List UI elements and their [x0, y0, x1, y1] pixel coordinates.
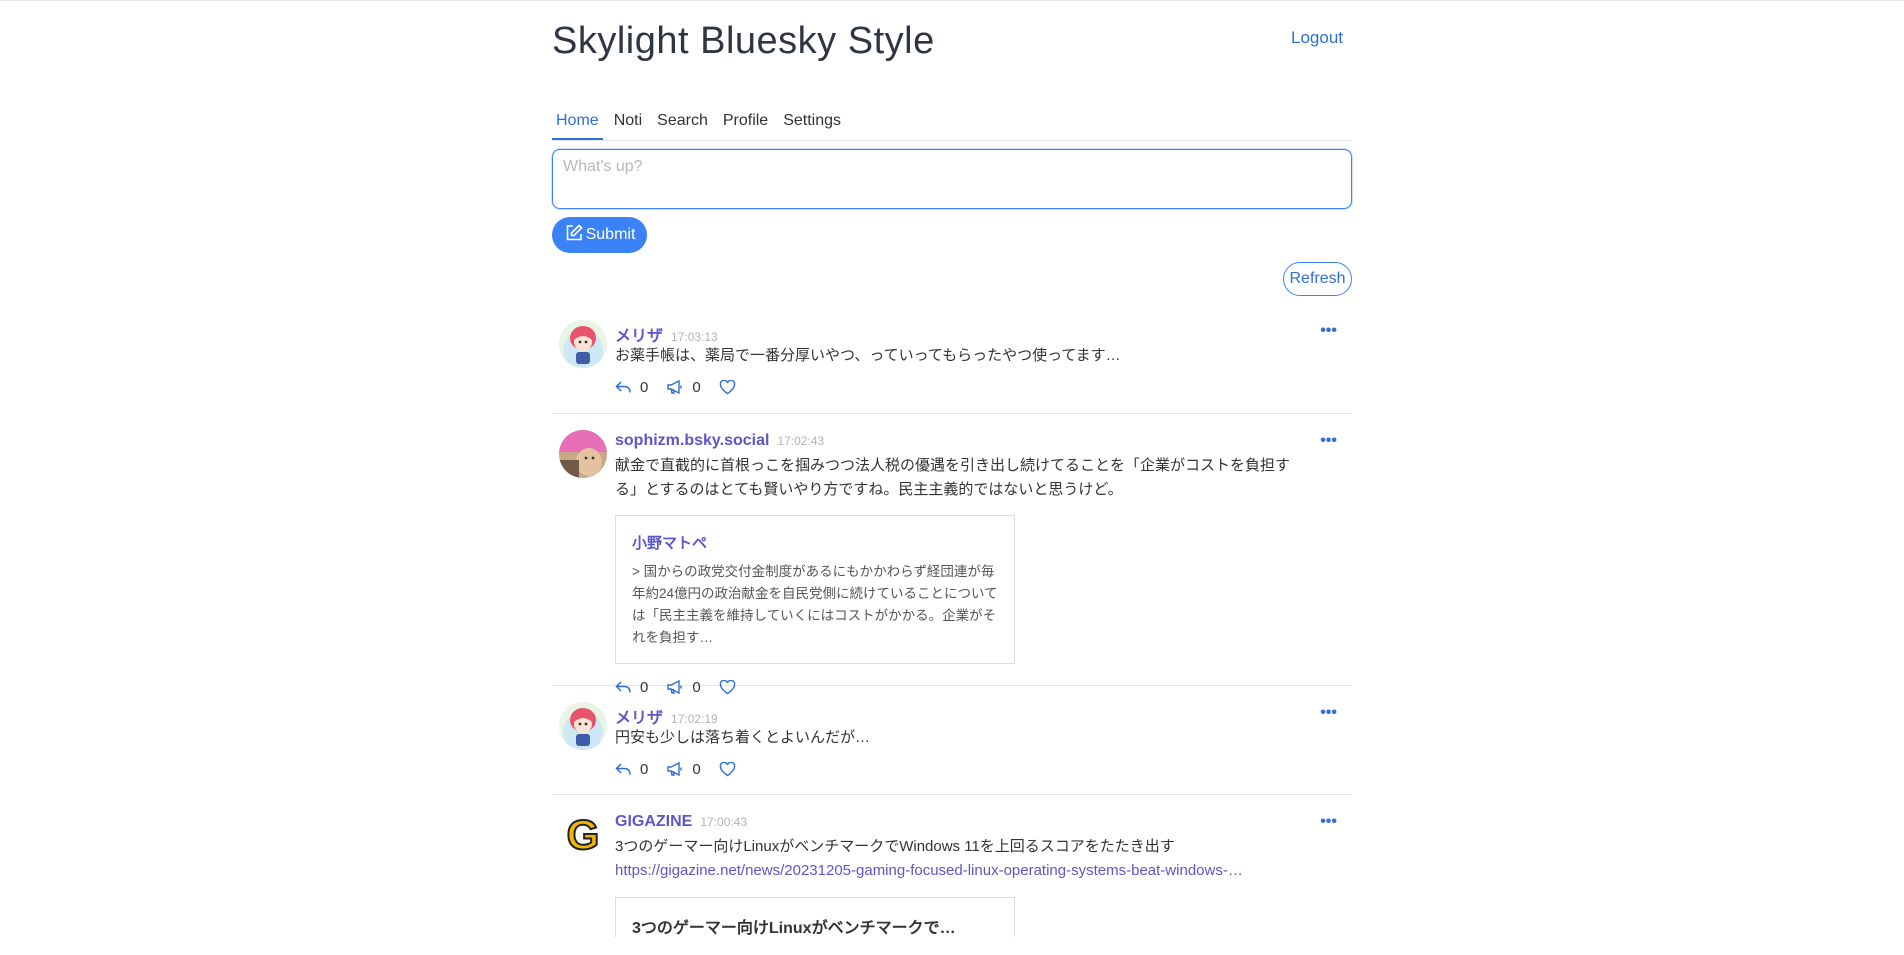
avatar[interactable] [559, 702, 607, 750]
post-item: メリザ 17:03:13 お薬手帳は、薬局で一番分厚いやつ、っていってもらったや… [552, 304, 1352, 414]
post-time: 17:00:43 [700, 815, 748, 829]
reply-button[interactable]: 0 [615, 761, 648, 778]
edit-icon [564, 223, 584, 248]
svg-text:G: G [567, 811, 600, 858]
repost-button[interactable]: 0 [666, 760, 701, 778]
avatar[interactable]: G [559, 811, 607, 859]
post-text: 円安も少しは落ち着くとよいんだが… [615, 729, 871, 746]
tab-settings[interactable]: Settings [779, 110, 845, 139]
reply-count: 0 [640, 378, 649, 396]
post-link[interactable]: https://gigazine.net/news/20231205-gamin… [615, 859, 1296, 883]
quote-author: 小野マトペ [632, 535, 708, 552]
post-author[interactable]: sophizm.bsky.social [615, 432, 769, 450]
tab-profile[interactable]: Profile [719, 110, 772, 139]
header: Skylight Bluesky Style Logout [552, 0, 1352, 118]
megaphone-icon [666, 380, 684, 394]
timeline-feed: メリザ 17:03:13 お薬手帳は、薬局で一番分厚いやつ、っていってもらったや… [552, 304, 1352, 955]
more-options-icon[interactable]: ••• [1320, 432, 1337, 450]
more-options-icon[interactable]: ••• [1320, 813, 1337, 831]
more-options-icon[interactable]: ••• [1320, 322, 1337, 340]
reply-icon [615, 380, 632, 394]
link-card-title: 3つのゲーマー向けLinuxがベンチマークで… [632, 920, 956, 937]
tab-noti[interactable]: Noti [610, 110, 646, 139]
reply-icon [615, 762, 632, 776]
heart-icon [719, 379, 736, 395]
post-text: 3つのゲーマー向けLinuxがベンチマークでWindows 11を上回るスコアを… [615, 838, 1175, 855]
post-text: お薬手帳は、薬局で一番分厚いやつ、っていってもらったやつ使ってます… [615, 347, 1121, 364]
submit-button[interactable]: Submit [552, 217, 647, 253]
tab-search[interactable]: Search [653, 110, 712, 139]
reply-button[interactable]: 0 [615, 379, 648, 396]
more-options-icon[interactable]: ••• [1320, 704, 1337, 722]
logout-link[interactable]: Logout [1291, 28, 1343, 48]
tab-home[interactable]: Home [552, 110, 603, 140]
app-container: Skylight Bluesky Style Logout Home Noti … [552, 0, 1352, 937]
submit-label: Submit [585, 226, 636, 243]
refresh-button[interactable]: Refresh [1283, 262, 1352, 296]
like-button[interactable] [719, 761, 736, 777]
compose-input[interactable] [553, 150, 1351, 208]
heart-icon [719, 761, 736, 777]
quoted-post[interactable]: 小野マトペ > 国からの政党交付金制度があるにもかかわらず経団連が毎年約24億円… [615, 515, 1015, 664]
post-item: sophizm.bsky.social 17:02:43 献金で直截的に首根っこ… [552, 414, 1352, 696]
repost-count: 0 [692, 760, 701, 778]
app-title: Skylight Bluesky Style [552, 20, 935, 62]
post-author[interactable]: GIGAZINE [615, 813, 692, 831]
link-card[interactable]: 3つのゲーマー向けLinuxがベンチマークで… [615, 897, 1015, 937]
quote-text: > 国からの政党交付金制度があるにもかかわらず経団連が毎年約24億円の政治献金を… [632, 564, 998, 645]
avatar[interactable] [559, 430, 607, 478]
post-author[interactable]: メリザ [615, 704, 663, 728]
post-item: メリザ 17:02:19 円安も少しは落ち着くとよいんだが… 0 0 ••• [552, 686, 1352, 795]
post-time: 17:02:19 [671, 712, 718, 726]
repost-count: 0 [692, 378, 701, 396]
repost-button[interactable]: 0 [666, 378, 701, 396]
like-button[interactable] [719, 379, 736, 395]
post-actions: 0 0 [615, 758, 1296, 780]
post-author[interactable]: メリザ [615, 322, 663, 346]
post-item: G GIGAZINE 17:00:43 3つのゲーマー向けLinuxがベンチマー… [552, 795, 1352, 955]
compose-box [552, 149, 1352, 209]
post-time: 17:03:13 [671, 330, 718, 344]
post-actions: 0 0 [615, 376, 1296, 398]
megaphone-icon [666, 762, 684, 776]
avatar[interactable] [559, 320, 607, 368]
nav-tabs: Home Noti Search Profile Settings [552, 110, 1352, 141]
post-time: 17:02:43 [777, 434, 825, 448]
post-text: 献金で直截的に首根っこを掴みつつ法人税の優遇を引き出し続けてることを「企業がコス… [615, 457, 1291, 498]
reply-count: 0 [640, 760, 649, 778]
